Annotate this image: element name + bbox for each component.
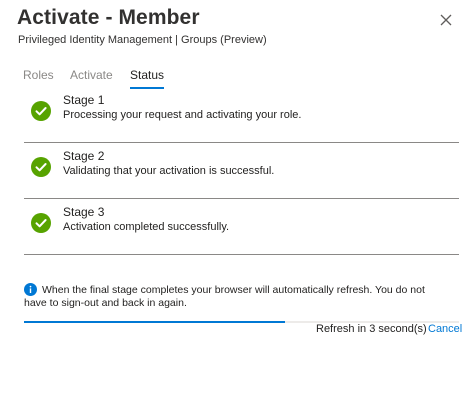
stage-title: Stage 1	[63, 93, 105, 107]
stage-title: Stage 2	[63, 149, 105, 163]
info-message: When the final stage completes your brow…	[24, 284, 425, 309]
cancel-button[interactable]: Cancel	[428, 323, 462, 335]
page-subtitle: Privileged Identity Management | Groups …	[18, 34, 267, 46]
check-circle-icon	[31, 101, 51, 121]
stage-3: Stage 3 Activation completed successfull…	[24, 199, 459, 255]
stage-1: Stage 1 Processing your request and acti…	[24, 87, 459, 143]
refresh-countdown: Refresh in 3 second(s)	[316, 323, 427, 335]
check-circle-icon	[31, 157, 51, 177]
stage-description: Validating that your activation is succe…	[63, 165, 275, 177]
activate-member-panel: Activate - Member Privileged Identity Ma…	[0, 0, 474, 420]
page-title: Activate - Member	[17, 6, 200, 29]
check-circle-icon	[31, 213, 51, 233]
stage-title: Stage 3	[63, 205, 105, 219]
stage-2: Stage 2 Validating that your activation …	[24, 143, 459, 199]
stage-description: Processing your request and activating y…	[63, 109, 302, 121]
stage-description: Activation completed successfully.	[63, 221, 230, 233]
progress-fill	[24, 321, 285, 323]
close-icon[interactable]	[437, 11, 455, 29]
